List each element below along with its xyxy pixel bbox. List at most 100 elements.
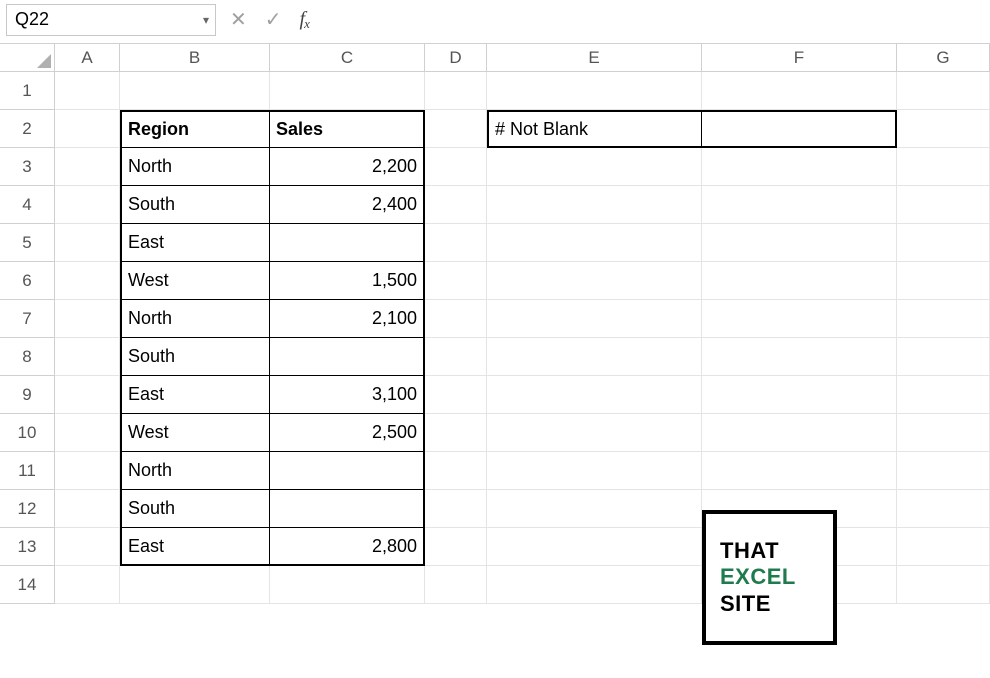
cell[interactable] <box>425 72 487 110</box>
row-header[interactable]: 3 <box>0 148 55 186</box>
row-header[interactable]: 9 <box>0 376 55 414</box>
cell[interactable] <box>425 414 487 452</box>
cell[interactable] <box>487 72 702 110</box>
cell[interactable] <box>897 186 990 224</box>
cell[interactable] <box>702 452 897 490</box>
cell[interactable]: 3,100 <box>270 376 425 414</box>
cell[interactable]: West <box>120 262 270 300</box>
cell[interactable] <box>487 300 702 338</box>
cell[interactable] <box>487 452 702 490</box>
cell[interactable] <box>897 148 990 186</box>
cell[interactable]: 2,200 <box>270 148 425 186</box>
cell[interactable] <box>487 148 702 186</box>
cell[interactable]: 2,400 <box>270 186 425 224</box>
cell[interactable] <box>425 186 487 224</box>
cell[interactable] <box>55 338 120 376</box>
cell[interactable] <box>897 376 990 414</box>
cell-region-header[interactable]: Region <box>120 110 270 148</box>
row-header[interactable]: 5 <box>0 224 55 262</box>
fx-icon[interactable]: fx <box>300 8 311 31</box>
row-header[interactable]: 10 <box>0 414 55 452</box>
cell[interactable] <box>120 72 270 110</box>
cell[interactable] <box>55 110 120 148</box>
cell[interactable] <box>702 338 897 376</box>
cell[interactable]: 2,800 <box>270 528 425 566</box>
cell[interactable] <box>897 72 990 110</box>
cell[interactable] <box>702 186 897 224</box>
cell-summary-label[interactable]: # Not Blank <box>487 110 702 148</box>
cell[interactable] <box>425 566 487 604</box>
cell[interactable] <box>487 186 702 224</box>
cell[interactable] <box>487 490 702 528</box>
cell[interactable]: East <box>120 376 270 414</box>
col-header[interactable]: F <box>702 44 897 72</box>
cell[interactable] <box>55 148 120 186</box>
cell[interactable] <box>270 566 425 604</box>
cell[interactable] <box>55 376 120 414</box>
cell[interactable] <box>270 452 425 490</box>
cell[interactable] <box>897 490 990 528</box>
cell[interactable] <box>897 452 990 490</box>
cell[interactable] <box>897 566 990 604</box>
cell[interactable] <box>55 300 120 338</box>
cell[interactable] <box>270 224 425 262</box>
row-header[interactable]: 14 <box>0 566 55 604</box>
col-header[interactable]: D <box>425 44 487 72</box>
cell[interactable] <box>425 262 487 300</box>
cell-sales-header[interactable]: Sales <box>270 110 425 148</box>
cell[interactable]: South <box>120 338 270 376</box>
cell[interactable]: 2,100 <box>270 300 425 338</box>
cell[interactable] <box>702 262 897 300</box>
cell[interactable] <box>55 452 120 490</box>
cell[interactable] <box>425 528 487 566</box>
cell[interactable] <box>55 72 120 110</box>
cell[interactable] <box>120 566 270 604</box>
cell[interactable] <box>425 110 487 148</box>
cell[interactable] <box>487 414 702 452</box>
cell[interactable] <box>270 338 425 376</box>
cell[interactable] <box>897 224 990 262</box>
cell[interactable] <box>55 528 120 566</box>
cell[interactable] <box>55 186 120 224</box>
cell[interactable] <box>425 148 487 186</box>
cell[interactable]: North <box>120 452 270 490</box>
cell[interactable] <box>425 224 487 262</box>
row-header[interactable]: 2 <box>0 110 55 148</box>
cell[interactable] <box>702 224 897 262</box>
col-header[interactable]: E <box>487 44 702 72</box>
cell[interactable] <box>270 490 425 528</box>
row-header[interactable]: 13 <box>0 528 55 566</box>
cell[interactable] <box>897 110 990 148</box>
cell[interactable] <box>487 338 702 376</box>
col-header[interactable]: G <box>897 44 990 72</box>
cell[interactable] <box>702 148 897 186</box>
col-header[interactable]: C <box>270 44 425 72</box>
cell[interactable] <box>702 414 897 452</box>
row-header[interactable]: 12 <box>0 490 55 528</box>
cell[interactable] <box>425 452 487 490</box>
cell[interactable] <box>897 338 990 376</box>
cell[interactable]: 1,500 <box>270 262 425 300</box>
cell[interactable] <box>487 566 702 604</box>
cell[interactable] <box>425 338 487 376</box>
cell[interactable] <box>897 262 990 300</box>
cell[interactable] <box>55 414 120 452</box>
cell[interactable] <box>487 528 702 566</box>
enter-icon[interactable]: ✓ <box>265 7 282 32</box>
cell[interactable] <box>487 262 702 300</box>
cell[interactable] <box>55 262 120 300</box>
cell[interactable]: South <box>120 490 270 528</box>
cell[interactable] <box>897 414 990 452</box>
col-header[interactable]: B <box>120 44 270 72</box>
formula-input[interactable] <box>325 4 984 36</box>
cell[interactable] <box>55 224 120 262</box>
row-header[interactable]: 6 <box>0 262 55 300</box>
row-header[interactable]: 8 <box>0 338 55 376</box>
cell[interactable]: North <box>120 148 270 186</box>
cell[interactable]: South <box>120 186 270 224</box>
cell[interactable]: West <box>120 414 270 452</box>
col-header[interactable]: A <box>55 44 120 72</box>
row-header[interactable]: 7 <box>0 300 55 338</box>
cell[interactable] <box>425 300 487 338</box>
cell[interactable]: 2,500 <box>270 414 425 452</box>
